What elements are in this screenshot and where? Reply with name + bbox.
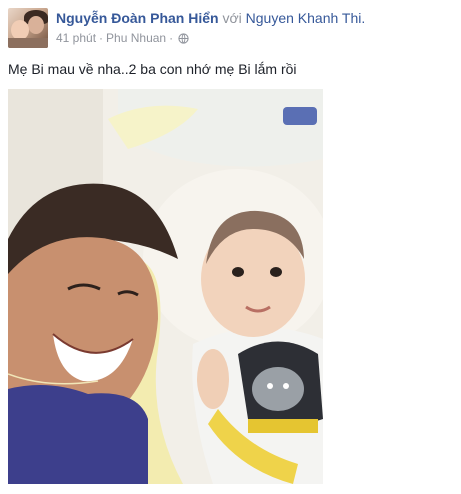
tagged-user-link[interactable]: Nguyen Khanh Thi. <box>246 10 366 26</box>
meta-separator: · <box>99 31 104 45</box>
location-link[interactable]: Phu Nhuan <box>106 31 166 45</box>
meta-separator: · <box>169 31 174 45</box>
author-name-link[interactable]: Nguyễn Đoàn Phan Hiển <box>56 10 219 26</box>
post-timestamp-link[interactable]: 41 phút <box>56 31 96 45</box>
post-header: Nguyễn Đoàn Phan Hiển với Nguyen Khanh T… <box>56 10 365 26</box>
photo-illustration <box>8 89 323 484</box>
post-photo[interactable] <box>8 89 323 484</box>
facebook-post: Nguyễn Đoàn Phan Hiển với Nguyen Khanh T… <box>0 0 461 494</box>
author-avatar[interactable] <box>8 8 48 48</box>
with-label: với <box>222 10 242 26</box>
globe-icon[interactable] <box>178 32 189 44</box>
post-meta: 41 phút · Phu Nhuan · <box>56 31 189 45</box>
post-status-text: Mẹ Bi mau về nha..2 ba con nhớ mẹ Bi lắm… <box>8 61 297 77</box>
